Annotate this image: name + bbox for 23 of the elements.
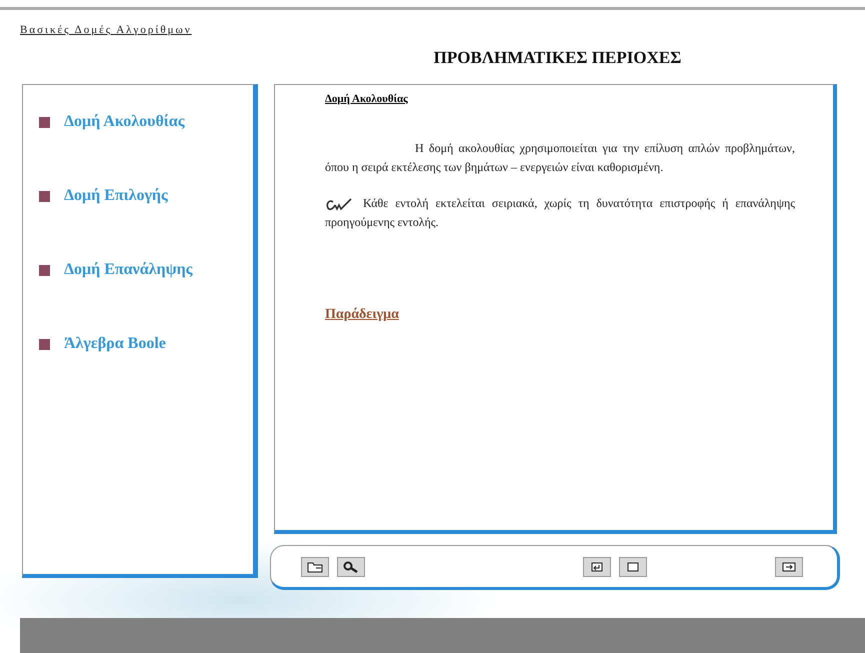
folder-icon bbox=[307, 560, 323, 572]
section-heading: ΠΡΟΒΛΗΜΑΤΙΚΕΣ ΠΕΡΙΟΧΕΣ bbox=[432, 48, 682, 68]
square-bullet-icon bbox=[39, 264, 50, 276]
square-bullet-icon bbox=[39, 116, 50, 128]
square-icon bbox=[625, 560, 641, 572]
signature-icon bbox=[325, 196, 353, 212]
square-bullet-icon bbox=[39, 190, 50, 202]
note-text: Κάθε εντολή εκτελείται σειριακά, χωρίς τη δυνατότητα επιστροφής ή επανάληψης προηγούμενης εντολής. bbox=[325, 195, 795, 231]
sidebar-link[interactable]: Άλγεβρα Boole bbox=[64, 335, 166, 353]
stop-button[interactable] bbox=[619, 556, 647, 576]
folder-button[interactable] bbox=[301, 556, 329, 576]
back-button[interactable] bbox=[583, 556, 611, 576]
next-button[interactable] bbox=[775, 556, 803, 576]
content-title: Δομή Ακολουθίας bbox=[325, 93, 408, 105]
sidebar-link[interactable]: Δομή Επιλογής bbox=[64, 187, 168, 205]
example-link[interactable]: Παράδειγμα bbox=[325, 307, 399, 324]
sidebar-link[interactable]: Δομή Ακολουθίας bbox=[64, 113, 184, 131]
page-title: Βασικές Δομές Αλγορίθμων bbox=[20, 24, 192, 36]
search-icon bbox=[343, 560, 359, 572]
square-bullet-icon bbox=[39, 338, 50, 350]
sidebar-link[interactable]: Δομή Επανάληψης bbox=[64, 261, 192, 279]
search-button[interactable] bbox=[337, 556, 365, 576]
paragraph: Η δομή ακολουθίας χρησιμοποιείται για την επίλυση απλών προβλημάτων, όπου η σειρά εκτέλεσης των βημάτων – ενεργειών είναι καθορισμένη. bbox=[325, 140, 795, 176]
